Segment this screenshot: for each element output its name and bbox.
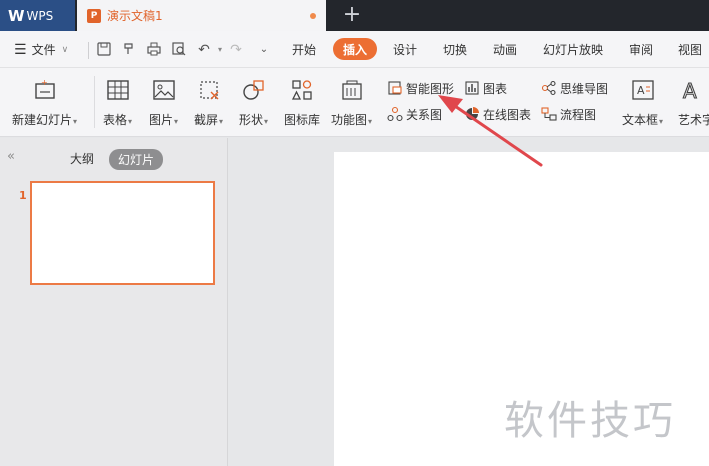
text-box-label: 文本框 bbox=[622, 113, 659, 127]
picture-icon bbox=[152, 80, 175, 100]
tab-start[interactable]: 开始 bbox=[292, 31, 316, 68]
mind-map-label: 思维导图 bbox=[560, 81, 609, 96]
shape-button[interactable]: 形状▾ bbox=[239, 74, 268, 130]
caret-down-icon: ▾ bbox=[73, 117, 78, 126]
collapse-panel-icon[interactable]: « bbox=[7, 149, 15, 164]
divider bbox=[88, 42, 89, 59]
mind-map-button[interactable]: 思维导图 bbox=[541, 79, 608, 97]
watermark-text: 软件技巧 bbox=[504, 398, 676, 444]
new-slide-icon: + bbox=[34, 78, 55, 99]
document-tab[interactable]: P 演示文稿1 bbox=[77, 0, 326, 31]
tab-slides[interactable]: 幻灯片 bbox=[109, 149, 164, 170]
redo-icon[interactable]: ↷ bbox=[228, 42, 244, 58]
flowchart-icon bbox=[541, 107, 557, 121]
icon-library-icon bbox=[291, 80, 312, 100]
slide-thumbnail[interactable] bbox=[30, 181, 215, 285]
screenshot-label: 截屏 bbox=[194, 113, 219, 127]
text-box-button[interactable]: A 文本框▾ bbox=[622, 74, 663, 130]
caret-down-icon: ▾ bbox=[174, 117, 179, 126]
tab-design[interactable]: 设计 bbox=[393, 31, 417, 68]
new-slide-button[interactable]: + 新建幻灯片▾ bbox=[12, 74, 77, 130]
screenshot-button[interactable]: 截屏▾ bbox=[194, 74, 223, 130]
relation-chart-button[interactable]: 关系图 bbox=[387, 105, 442, 123]
caret-down-icon: ▾ bbox=[659, 117, 664, 126]
file-menu-label: 文件 bbox=[31, 43, 56, 57]
divider bbox=[94, 76, 95, 128]
chart-label: 图表 bbox=[483, 81, 508, 96]
bar-chart-icon bbox=[465, 81, 479, 95]
relation-chart-label: 关系图 bbox=[406, 107, 443, 122]
text-box-icon: A bbox=[631, 80, 654, 100]
hamburger-icon: ☰ bbox=[14, 41, 27, 58]
shape-icon bbox=[242, 80, 264, 100]
tab-outline[interactable]: 大纲 bbox=[70, 150, 94, 167]
new-slide-label: 新建幻灯片 bbox=[12, 113, 73, 127]
wps-logo-icon: W bbox=[8, 6, 25, 25]
tab-review[interactable]: 审阅 bbox=[629, 31, 653, 68]
slide-number: 1 bbox=[19, 189, 27, 202]
customize-toolbar-icon[interactable]: ⌄ bbox=[256, 42, 272, 58]
function-chart-label: 功能图 bbox=[331, 113, 368, 127]
chart-button[interactable]: 图表 bbox=[464, 79, 507, 97]
mind-map-icon bbox=[541, 80, 556, 96]
online-chart-icon bbox=[466, 107, 479, 120]
caret-down-icon: ▾ bbox=[368, 117, 373, 126]
screenshot-icon bbox=[199, 81, 219, 100]
menu-bar: ☰ 文件 ∨ ↶ ▾ ↷ ⌄ 开始 插入 设计 切换 动画 幻灯片放映 审阅 视… bbox=[0, 31, 709, 68]
presentation-file-icon: P bbox=[87, 8, 101, 23]
table-label: 表格 bbox=[103, 113, 128, 127]
undo-icon[interactable]: ↶ bbox=[196, 42, 212, 58]
function-chart-button[interactable]: 功能图▾ bbox=[331, 74, 372, 130]
tab-insert[interactable]: 插入 bbox=[333, 38, 378, 60]
picture-label: 图片 bbox=[149, 113, 174, 127]
flowchart-button[interactable]: 流程图 bbox=[541, 105, 596, 123]
undo-dropdown-icon[interactable]: ▾ bbox=[212, 42, 228, 58]
save-icon[interactable] bbox=[96, 42, 112, 58]
picture-button[interactable]: 图片▾ bbox=[149, 74, 178, 130]
art-text-label: 艺术字 bbox=[678, 113, 709, 127]
art-text-icon: A bbox=[682, 78, 697, 102]
shape-label: 形状 bbox=[239, 113, 264, 127]
function-chart-icon bbox=[341, 80, 362, 100]
print-preview-icon[interactable] bbox=[171, 42, 187, 58]
caret-down-icon: ▾ bbox=[219, 117, 224, 126]
format-painter-icon[interactable] bbox=[121, 42, 137, 58]
svg-text:+: + bbox=[41, 78, 48, 87]
tab-animation[interactable]: 动画 bbox=[493, 31, 517, 68]
caret-down-icon: ▾ bbox=[264, 117, 269, 126]
tab-view[interactable]: 视图 bbox=[678, 31, 702, 68]
document-tab-title: 演示文稿1 bbox=[107, 9, 163, 23]
chevron-down-icon: ∨ bbox=[61, 44, 69, 55]
smart-graphic-button[interactable]: 智能图形 bbox=[387, 79, 454, 97]
icon-library-button[interactable]: 图标库 bbox=[284, 74, 320, 130]
title-tab-bar: W WPS P 演示文稿1 + bbox=[0, 0, 709, 31]
online-chart-button[interactable]: 在线图表 bbox=[464, 105, 531, 123]
table-icon bbox=[106, 80, 129, 100]
print-icon[interactable] bbox=[146, 42, 162, 58]
tab-transition[interactable]: 切换 bbox=[443, 31, 467, 68]
wps-home-label: WPS bbox=[26, 8, 54, 23]
insert-ribbon: + 新建幻灯片▾ 表格▾ 图片▾ 截屏▾ 形状▾ 图标库 功能图▾ 智能图形 关… bbox=[0, 68, 709, 137]
smart-graphic-label: 智能图形 bbox=[406, 81, 455, 96]
new-tab-button[interactable]: + bbox=[340, 3, 364, 27]
caret-down-icon: ▾ bbox=[128, 117, 133, 126]
relation-chart-icon bbox=[387, 106, 403, 122]
online-chart-label: 在线图表 bbox=[483, 107, 532, 122]
svg-text:A: A bbox=[683, 79, 697, 102]
wps-home-tab[interactable]: W WPS bbox=[0, 0, 75, 31]
svg-text:A: A bbox=[637, 84, 645, 97]
flowchart-label: 流程图 bbox=[560, 107, 597, 122]
table-button[interactable]: 表格▾ bbox=[103, 74, 132, 130]
smart-graphic-icon bbox=[388, 81, 402, 95]
file-menu[interactable]: ☰ 文件 ∨ bbox=[14, 31, 68, 68]
icon-library-label: 图标库 bbox=[284, 113, 321, 127]
art-text-button[interactable]: A 艺术字 bbox=[678, 74, 709, 130]
tab-slideshow[interactable]: 幻灯片放映 bbox=[543, 31, 603, 68]
unsaved-dot-icon bbox=[310, 13, 316, 19]
